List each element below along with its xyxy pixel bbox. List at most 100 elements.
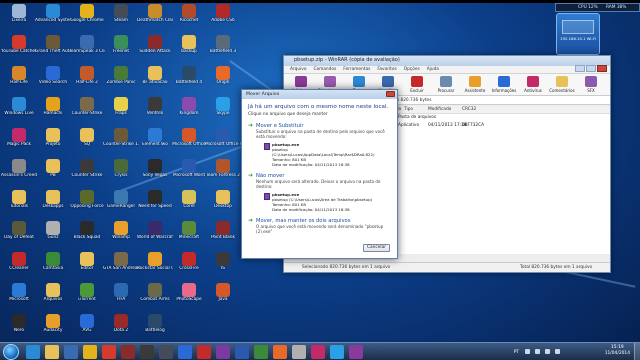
desktop-icon[interactable]: backup <box>171 35 207 61</box>
taskbar-app-icon[interactable] <box>197 345 211 359</box>
desktop-icon[interactable]: Battlelog <box>137 314 173 340</box>
desktop-icon[interactable]: Projeto <box>35 128 71 154</box>
taskbar-app-icon[interactable] <box>292 345 306 359</box>
menu-item[interactable]: Favoritos <box>377 67 396 72</box>
menu-item[interactable]: Ajuda <box>427 67 439 72</box>
desktop-icon[interactable]: Windows Live <box>1 97 37 123</box>
desktop-icon[interactable]: Sudden Attack <box>137 35 173 61</box>
desktop-icon[interactable]: Skype <box>205 97 241 123</box>
desktop-icon[interactable]: AVG <box>69 314 105 340</box>
desktop-icon[interactable]: Adobe CS6 <box>205 4 241 30</box>
option-move-replace[interactable]: ➜ Mover e Substituir Substituir o arquiv… <box>248 123 391 168</box>
desktop-icon[interactable]: Tutorials <box>1 190 37 216</box>
desktop-icon[interactable]: Origin <box>205 66 241 92</box>
taskbar-app-icon[interactable] <box>254 345 268 359</box>
toolbar-button[interactable]: Procurar <box>433 76 459 96</box>
desktop-icon[interactable]: Zombie Panic <box>103 66 139 92</box>
desktop-icon[interactable]: PhotoScape <box>171 283 207 309</box>
desktop-icon[interactable]: Half-Life 2 <box>69 66 105 92</box>
taskbar-app-icon[interactable] <box>121 345 135 359</box>
desktop-icon[interactable]: GameRanger <box>103 190 139 216</box>
network-gadget[interactable]: 192.168.10.1 Wi-Fi <box>556 13 600 55</box>
minimize-button[interactable] <box>575 65 585 72</box>
desktop-icon[interactable]: Advanced SystemCare 7 <box>35 4 71 30</box>
taskbar-app-icon[interactable] <box>273 345 287 359</box>
desktop-icon[interactable]: Lixeira <box>1 4 37 30</box>
column-type[interactable]: Tipo <box>404 107 413 112</box>
desktop-icon[interactable]: Point Blank <box>205 221 241 247</box>
desktop-icon[interactable]: uTorrent <box>69 283 105 309</box>
toolbar-button[interactable]: Antivírus <box>520 76 546 96</box>
flag-tray-icon[interactable] <box>555 349 560 354</box>
network-tray-icon[interactable] <box>535 349 540 354</box>
taskbar-app-icon[interactable] <box>311 345 325 359</box>
desktop-icon[interactable]: Desktop <box>205 190 241 216</box>
desktop-icon[interactable]: Magic Pack <box>1 128 37 154</box>
desktop-icon[interactable]: Rockstar Social Club <box>137 252 173 278</box>
desktop-icon[interactable]: World of Warcraft <box>137 221 173 247</box>
column-crc[interactable]: CRC32 <box>462 107 476 112</box>
desktop-icon[interactable]: Video Search <box>35 66 71 92</box>
desktop-icon[interactable]: Minecraft <box>171 221 207 247</box>
desktop-icon[interactable]: Black Squad <box>69 221 105 247</box>
language-indicator[interactable]: PT <box>514 349 519 354</box>
desktop-icon[interactable]: Team Fortress 2 <box>205 159 241 185</box>
desktop-icon[interactable]: Battlefield 3 <box>205 35 241 61</box>
desktop-icon[interactable]: Grand Theft Auto IV <box>35 35 71 61</box>
menu-item[interactable]: Ferramentas <box>343 67 370 72</box>
desktop-icon[interactable]: FIFA <box>103 283 139 309</box>
desktop-icon[interactable]: Need for Speed <box>137 190 173 216</box>
taskbar-app-icon[interactable] <box>64 345 78 359</box>
desktop-icon[interactable]: Fraps <box>103 97 139 123</box>
desktop-icon[interactable]: Dota 2 <box>103 314 139 340</box>
desktop-icon[interactable]: Sony Vegas <box>137 159 173 185</box>
toolbar-button[interactable]: Excluir <box>404 76 430 96</box>
desktop-icon[interactable]: Half-Life <box>1 66 37 92</box>
desktop-icon[interactable]: Opposing Force <box>69 190 105 216</box>
maximize-button[interactable] <box>586 65 596 72</box>
desktop-icon[interactable]: CrossFire <box>171 252 207 278</box>
desktop-icon[interactable]: Assassin's Creed <box>1 159 37 185</box>
desktop-icon[interactable]: Ricochet <box>171 4 207 30</box>
desktop-icon[interactable]: Counter-Strike <box>69 97 105 123</box>
desktop-icon[interactable]: Counter-Strike 1.6 <box>103 128 139 154</box>
desktop-icon[interactable]: Ventrilo <box>137 97 173 123</box>
menu-item[interactable]: Arquivo <box>290 67 306 72</box>
move-file-dialog[interactable]: Mover Arquivo Já há um arquivo com o mes… <box>241 89 398 259</box>
desktop-icon[interactable]: Microsoft Word <box>171 159 207 185</box>
taskbar-app-icon[interactable] <box>178 345 192 359</box>
desktop-icon[interactable]: IS <box>205 252 241 278</box>
desktop-icon[interactable]: Hamachi <box>35 97 71 123</box>
clock[interactable]: 15:19 11/04/2014 <box>605 345 630 357</box>
desktop-icon[interactable]: Battlefield 4 <box>171 66 207 92</box>
toolbar-button[interactable]: Assistente <box>462 76 488 96</box>
taskbar-app-icon[interactable] <box>26 345 40 359</box>
taskbar-app-icon[interactable] <box>235 345 249 359</box>
desktop-icon[interactable]: Deskapps <box>35 190 71 216</box>
desktop-icon[interactable]: BF ativacao <box>137 66 173 92</box>
taskbar-app-icon[interactable] <box>140 345 154 359</box>
desktop-icon[interactable]: Freenet <box>103 35 139 61</box>
system-monitor-gadget[interactable]: CPU 12% RAM 38% <box>555 3 640 12</box>
desktop-icon[interactable]: Counter Strike <box>69 159 105 185</box>
desktop-icon[interactable]: Microsoft Office <box>171 128 207 154</box>
dialog-close-button[interactable] <box>386 91 395 97</box>
toolbar-button[interactable]: Comentários <box>549 76 575 96</box>
start-button[interactable] <box>3 344 19 360</box>
desktop-icon[interactable]: Java <box>205 283 241 309</box>
option-dont-move[interactable]: ➜ Não mover Nenhum arquivo será alterado… <box>248 173 391 213</box>
taskbar-app-icon[interactable] <box>102 345 116 359</box>
desktop-icon[interactable]: Arquivos <box>35 283 71 309</box>
desktop-icon[interactable]: Deathmatch Classic <box>137 4 173 30</box>
desktop-icon[interactable]: Google Chrome <box>69 4 105 30</box>
taskbar-app-icon[interactable] <box>216 345 230 359</box>
desktop-icon[interactable]: TeamSpeak 3 Client <box>69 35 105 61</box>
desktop-icon[interactable]: Combat Arms <box>137 283 173 309</box>
desktop-icon[interactable]: PB <box>35 159 71 185</box>
menu-item[interactable]: Comandos <box>313 67 336 72</box>
winrar-titlebar[interactable]: pbsetup.zip - WinRAR (cópia de avaliação… <box>284 56 610 72</box>
desktop-icon[interactable]: Gunz <box>35 221 71 247</box>
close-button[interactable] <box>597 65 607 72</box>
menu-item[interactable]: Opções <box>404 67 420 72</box>
show-desktop-button[interactable] <box>634 343 640 360</box>
